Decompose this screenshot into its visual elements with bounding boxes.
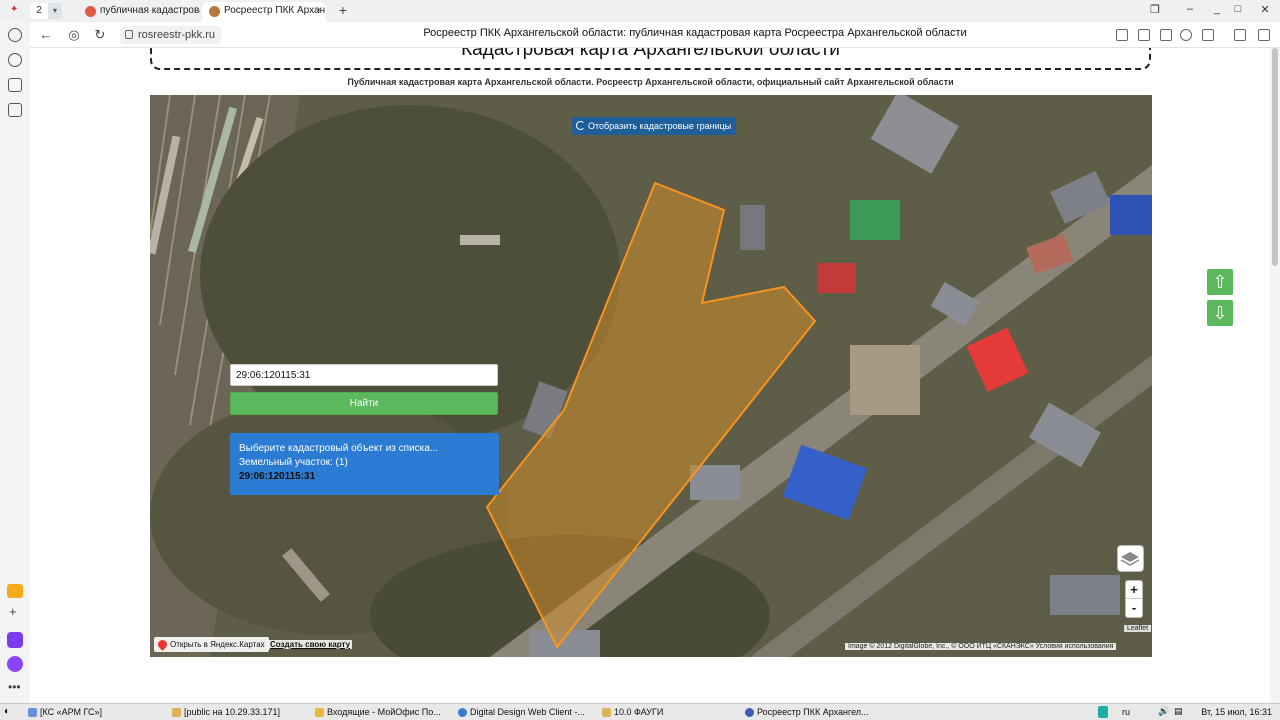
tray-app-icon[interactable] [1098,706,1108,718]
tab-cadastral[interactable]: публичная кадастрова [78,2,200,22]
folder-icon [602,708,611,717]
keyboard-layout[interactable]: ru [1122,705,1130,720]
results-category[interactable]: Земельный участок: (1) [239,456,490,470]
map-attribution: Image © 2012 DigitalGlobe, Inc., © ООО И… [845,643,1117,650]
bookmark-icon[interactable]: ❐ [1147,3,1163,16]
volume-icon[interactable]: 🔊 [1158,706,1169,717]
results-prompt: Выберите кадастровый объект из списка... [239,443,439,454]
tab-count: 2 [30,3,48,19]
refresh-icon [576,121,585,130]
collections-icon[interactable] [8,78,22,92]
page-subtitle: Публичная кадастровая карта Архангельско… [347,77,954,87]
share-icon[interactable] [1160,29,1172,41]
chevron-down-icon[interactable]: ▾ [48,3,62,19]
mail-icon [315,708,324,717]
zoom-in-button[interactable]: + [1126,581,1142,599]
map-pin-icon [156,638,169,651]
taskbar-label: [КС «АРМ ГС»] [40,707,103,717]
reload-icon[interactable]: ↻ [92,27,108,43]
page-title: Росреестр ПКК Архангельской области: пуб… [423,27,967,39]
search-results-panel: Выберите кадастровый объект из списка...… [230,433,499,495]
ya-open-label: Открыть в Яндекс.Картах [170,640,265,649]
taskbar-label: [public на 10.29.33.171] [184,707,281,717]
tab-label: публичная кадастрова [100,5,200,16]
tab-counter[interactable]: 2 ▾ [30,3,62,19]
open-in-yandex-maps-link[interactable]: Открыть в Яндекс.Картах [154,637,269,652]
header-box: Кадастровая карта Архангельской области [150,48,1151,70]
favicon-icon [85,6,96,17]
extensions-icon[interactable] [1234,29,1246,41]
browser-sidebar: + ••• [0,22,30,703]
back-icon[interactable]: ← [38,27,54,43]
zoom-out-button[interactable]: - [1126,599,1142,617]
start-menu-icon[interactable]: ◐ [4,706,10,717]
lock-icon [125,30,133,39]
alice-icon[interactable] [7,656,23,672]
page-content: Кадастровая карта Архангельской области … [30,48,1270,703]
find-button[interactable]: Найти [230,392,498,415]
network-icon[interactable]: ▤ [1174,706,1183,717]
taskbar-label: Входящие - МойОфис По... [327,707,441,717]
chromium-icon [458,708,467,717]
result-item[interactable]: 29:06:120115:31 [239,470,490,484]
notes-icon[interactable] [7,584,23,598]
close-icon[interactable]: × [316,2,322,20]
minimize-icon[interactable]: – [1182,3,1198,15]
more-icon[interactable]: ••• [8,680,21,694]
tab-label: Росреестр ПКК Архан [224,5,326,16]
messenger-icon[interactable] [7,632,23,648]
yandex-browser-icon [745,708,754,717]
favicon-icon [209,6,220,17]
taskbar-label: 10.0 ФАУГИ [614,707,664,717]
taskbar-label: Росреестр ПКК Архангел... [757,707,869,717]
toggle-cadastral-borders-button[interactable]: Отобразить кадастровые границы [572,117,737,135]
scroll-up-button[interactable]: ⇧ [1207,269,1233,295]
browser-menu-icon[interactable]: ✦ [10,4,18,15]
taskbar-item[interactable]: Росреестр ПКК Архангел... [743,705,869,720]
layers-icon [1120,552,1140,566]
os-taskbar: ◐ [КС «АРМ ГС»] [public на 10.29.33.171]… [0,703,1280,720]
close-icon[interactable]: ✕ [1257,3,1273,16]
translate-icon[interactable] [1116,29,1128,41]
taskbar-item[interactable]: Digital Design Web Client -... [456,705,585,720]
cadastral-search-input[interactable] [230,364,498,386]
location-icon[interactable] [1180,29,1192,41]
folder-icon [172,708,181,717]
protect-icon[interactable]: ◎ [66,27,82,43]
window-icon [28,708,37,717]
taskbar-item[interactable]: 10.0 ФАУГИ [600,705,663,720]
taskbar-item[interactable]: Входящие - МойОфис По... [313,705,441,720]
leaflet-link[interactable]: Leaflet [1124,625,1152,632]
taskbar-item[interactable]: [public на 10.29.33.171] [170,705,280,720]
tab-rosreestr[interactable]: Росреестр ПКК Архан × [202,2,326,22]
url-text: rosreestr-pkk.ru [138,29,216,41]
layers-button[interactable] [1117,545,1144,572]
map-container[interactable]: Отобразить кадастровые границы Найти Выб… [150,95,1152,657]
maximize-icon[interactable]: □ [1230,3,1246,15]
create-map-link[interactable]: Создать свою карту [268,640,353,649]
scroll-down-button[interactable]: ⇩ [1207,300,1233,326]
browser-window: ✦ 2 ▾ публичная кадастрова Росреестр ПКК… [0,0,1280,703]
tab-bar: ✦ 2 ▾ публичная кадастрова Росреестр ПКК… [0,0,1280,22]
taskbar-item[interactable]: [КС «АРМ ГС»] [26,705,102,720]
url-field[interactable]: rosreestr-pkk.ru [120,26,222,44]
taskbar-label: Digital Design Web Client -... [470,707,585,717]
new-tab-button[interactable]: + [335,2,351,18]
add-icon[interactable]: + [9,604,17,619]
toggle-label: Отобразить кадастровые границы [588,121,732,131]
page-header: Кадастровая карта Архангельской области [461,48,840,60]
clock: Вт, 15 июл, 16:31 [1201,707,1272,717]
minimize-icon[interactable]: _ [1209,3,1225,15]
address-bar: ← ◎ ↻ rosreestr-pkk.ru Росреестр ПКК Арх… [30,22,1280,48]
screenshot-icon[interactable] [8,103,22,117]
page-scrollbar[interactable] [1270,48,1280,703]
reader-icon[interactable] [1138,29,1150,41]
bookmark-icon[interactable] [1202,29,1214,41]
history-icon[interactable] [8,28,22,42]
play-icon[interactable] [8,53,22,67]
downloads-icon[interactable] [1258,29,1270,41]
zoom-control: + - [1125,580,1143,618]
scrollbar-thumb[interactable] [1272,48,1278,266]
